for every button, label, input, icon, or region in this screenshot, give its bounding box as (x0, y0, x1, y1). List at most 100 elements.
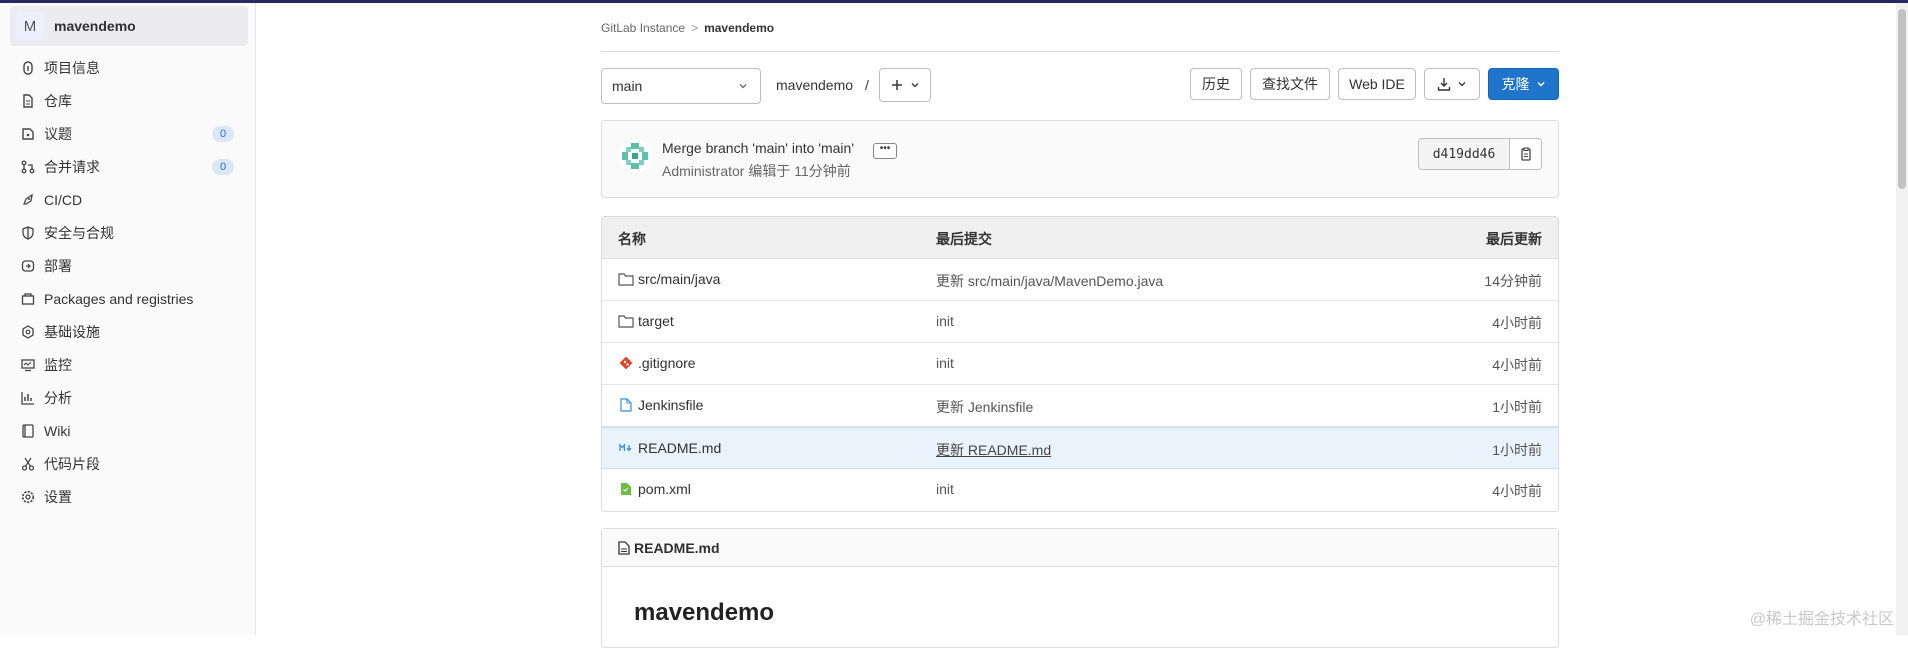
commit-sha[interactable]: d419dd46 (1418, 138, 1510, 170)
chart-icon (20, 390, 36, 406)
last-update: 1小时前 (1492, 397, 1542, 417)
table-row[interactable]: .gitignore init 4小时前 (602, 343, 1558, 385)
last-commit-link[interactable]: 更新 Jenkinsfile (936, 397, 1033, 417)
last-commit-link[interactable]: init (936, 481, 954, 497)
chevron-down-icon (910, 80, 920, 90)
readme-filename[interactable]: README.md (634, 540, 720, 556)
sidebar-item-ci-cd[interactable]: CI/CD (0, 183, 248, 216)
breadcrumb-divider (601, 51, 1559, 52)
web-ide-button[interactable]: Web IDE (1338, 68, 1416, 100)
sidebar-item-label: 仓库 (44, 91, 72, 111)
sidebar-item-label: 基础设施 (44, 322, 100, 342)
sidebar-item-label: 监控 (44, 355, 72, 375)
sidebar-item-label: 分析 (44, 388, 72, 408)
table-row[interactable]: src/main/java 更新 src/main/java/MavenDemo… (602, 259, 1558, 301)
sidebar-item-packages[interactable]: Packages and registries (0, 282, 248, 315)
last-commit-link[interactable]: init (936, 313, 954, 329)
readme-header: README.md (602, 529, 1558, 567)
add-to-tree-dropdown[interactable] (879, 68, 931, 102)
column-header-name: 名称 (618, 229, 646, 249)
sidebar-item-label: 合并请求 (44, 157, 100, 177)
commit-author[interactable]: Administrator (662, 163, 744, 179)
clone-dropdown-button[interactable]: 克隆 (1488, 68, 1559, 100)
sidebar-item-infrastructure[interactable]: 基础设施 (0, 315, 248, 348)
column-header-last-update: 最后更新 (1486, 229, 1542, 249)
download-icon (1437, 77, 1451, 91)
clone-label: 克隆 (1502, 74, 1530, 94)
file-icon (618, 541, 630, 555)
xml-file-icon (618, 481, 634, 497)
commit-time: 编辑于 11分钟前 (748, 163, 850, 179)
file-name-cell[interactable]: target (618, 313, 674, 329)
file-name[interactable]: target (638, 313, 674, 329)
last-update: 4小时前 (1492, 481, 1542, 501)
sidebar-item-issues[interactable]: 议题 0 (0, 117, 248, 150)
file-name[interactable]: src/main/java (638, 271, 720, 287)
last-commit-link[interactable]: 更新 src/main/java/MavenDemo.java (936, 271, 1163, 291)
last-update: 4小时前 (1492, 355, 1542, 375)
readme-heading: mavendemo (634, 599, 774, 627)
sidebar-item-label: Packages and registries (44, 291, 193, 307)
history-button[interactable]: 历史 (1190, 68, 1242, 100)
author-avatar[interactable] (618, 139, 652, 173)
repo-path-separator: / (865, 77, 869, 93)
table-row[interactable]: target init 4小时前 (602, 301, 1558, 343)
page-scrollbar[interactable] (1896, 3, 1908, 635)
file-name-cell[interactable]: .gitignore (618, 355, 696, 371)
sidebar-item-settings[interactable]: 设置 (0, 480, 248, 513)
shield-icon (20, 225, 36, 241)
file-name[interactable]: pom.xml (638, 481, 691, 497)
file-name[interactable]: README.md (638, 440, 721, 456)
sidebar-item-merge-requests[interactable]: 合并请求 0 (0, 150, 248, 183)
scrollbar-thumb[interactable] (1898, 9, 1906, 189)
commit-message[interactable]: Merge branch 'main' into 'main' (662, 140, 854, 156)
table-header: 名称 最后提交 最后更新 (602, 217, 1558, 259)
gear-icon (20, 489, 36, 505)
file-icon (618, 397, 634, 413)
chevron-down-icon (738, 81, 748, 91)
top-header-bar (0, 0, 1908, 3)
sidebar-item-project-info[interactable]: 项目信息 (0, 51, 248, 84)
last-commit-link[interactable]: 更新 README.md (936, 440, 1051, 460)
toggle-commit-description-button[interactable]: ••• (873, 143, 897, 159)
file-name-cell[interactable]: Jenkinsfile (618, 397, 703, 413)
table-row[interactable]: Jenkinsfile 更新 Jenkinsfile 1小时前 (602, 385, 1558, 427)
file-name-cell[interactable]: README.md (618, 440, 721, 456)
file-name[interactable]: Jenkinsfile (638, 397, 703, 413)
sidebar-item-deployments[interactable]: 部署 (0, 249, 248, 282)
breadcrumb-separator: > (691, 21, 698, 35)
snippet-icon (20, 456, 36, 472)
sidebar-item-wiki[interactable]: Wiki (0, 414, 248, 447)
sidebar-item-snippets[interactable]: 代码片段 (0, 447, 248, 480)
breadcrumb-current[interactable]: mavendemo (704, 21, 774, 35)
sidebar-item-monitor[interactable]: 监控 (0, 348, 248, 381)
sidebar-item-security[interactable]: 安全与合规 (0, 216, 248, 249)
copy-sha-button[interactable] (1510, 138, 1542, 170)
file-name-cell[interactable]: pom.xml (618, 481, 691, 497)
copy-icon (1519, 147, 1533, 161)
sidebar-project-link[interactable]: M mavendemo (10, 6, 248, 46)
find-file-button[interactable]: 查找文件 (1250, 68, 1330, 100)
sidebar-item-repository[interactable]: 仓库 (0, 84, 248, 117)
file-name[interactable]: .gitignore (638, 355, 696, 371)
markdown-icon (618, 440, 634, 456)
table-row[interactable]: pom.xml init 4小时前 (602, 469, 1558, 511)
last-commit-link[interactable]: init (936, 355, 954, 371)
sidebar-item-analytics[interactable]: 分析 (0, 381, 248, 414)
monitor-icon (20, 357, 36, 373)
readme-panel: README.md mavendemo (601, 528, 1559, 648)
table-row[interactable]: README.md 更新 README.md 1小时前 (602, 427, 1558, 469)
last-commit-panel: Merge branch 'main' into 'main' ••• Admi… (601, 120, 1559, 198)
repo-path-root[interactable]: mavendemo (776, 77, 853, 93)
project-avatar: M (16, 12, 44, 40)
file-name-cell[interactable]: src/main/java (618, 271, 720, 287)
commit-sha-group: d419dd46 (1418, 138, 1542, 170)
branch-name: main (612, 78, 642, 94)
branch-selector[interactable]: main (601, 68, 761, 104)
chevron-down-icon (1536, 79, 1546, 89)
package-icon (20, 291, 36, 307)
download-dropdown[interactable] (1424, 68, 1480, 100)
sidebar-item-label: 安全与合规 (44, 223, 114, 243)
breadcrumb-root[interactable]: GitLab Instance (601, 21, 685, 35)
doc-icon (20, 93, 36, 109)
